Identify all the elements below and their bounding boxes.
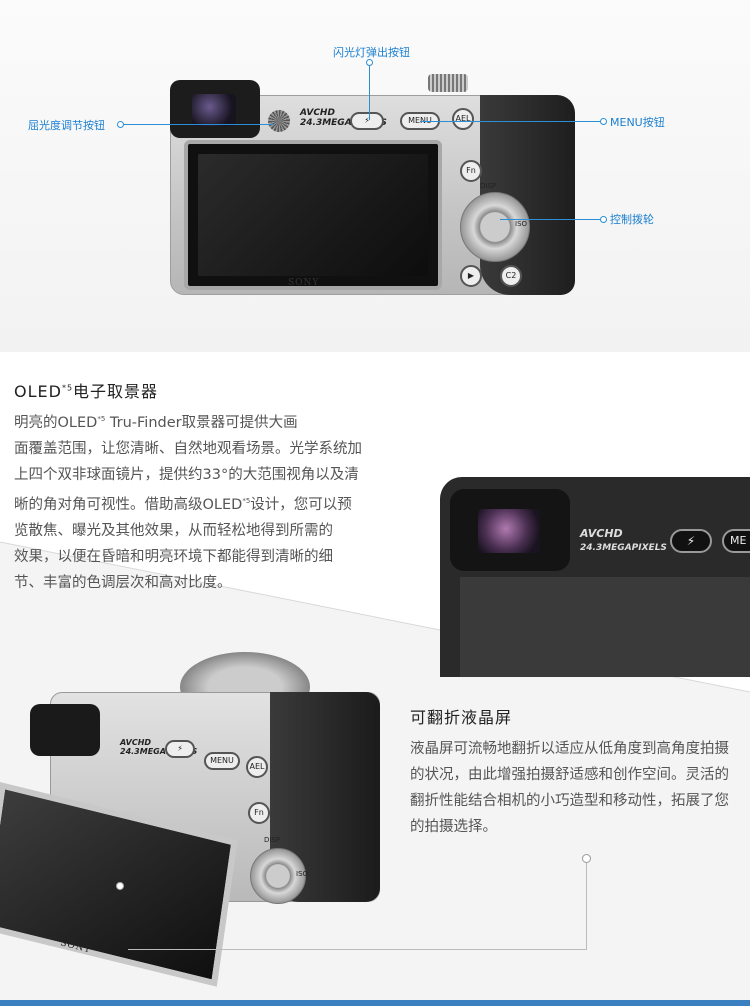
diopter-callout-label: 屈光度调节按钮	[28, 119, 105, 132]
fn-button: Fn	[460, 160, 482, 182]
callout-dot	[600, 118, 607, 125]
lcd-paragraph: 液晶屏可流畅地翻折以适应从低角度到高角度拍摄的状况，由此增强拍摄舒适感和创作空间…	[410, 741, 729, 835]
tilt-screen-camera-image: AVCHD 24.3MEGAPIXELS ⚡ MENU AEL Fn DISP …	[0, 652, 400, 987]
callout-line	[586, 863, 587, 949]
menu-callout-label: MENU按钮	[610, 116, 665, 129]
callout-dot	[582, 854, 591, 863]
flash-icon: ⚡	[350, 112, 384, 130]
iso-label: ISO	[515, 220, 528, 228]
camera-back-panel: AVCHD 24.3MEGAPIXELS ⚡ MENU AEL Fn DISP …	[0, 0, 750, 352]
menu-button-partial: ME	[722, 529, 750, 553]
mode-dial	[428, 74, 468, 92]
disp-label: DISP	[480, 182, 497, 190]
callout-dot	[366, 59, 373, 66]
callout-line	[500, 219, 602, 220]
callout-dot	[117, 121, 124, 128]
camera-back-image: AVCHD 24.3MEGAPIXELS ⚡ MENU AEL Fn DISP …	[160, 70, 590, 300]
lcd-screen	[184, 140, 442, 290]
viewfinder	[30, 704, 100, 756]
flash-icon: ⚡	[165, 740, 195, 758]
iso-label: ISO	[296, 870, 309, 878]
oled-title: OLED*5电子取景器	[14, 382, 159, 401]
playback-icon: ▶	[460, 265, 482, 287]
callout-line	[369, 66, 370, 120]
diopter-dial	[268, 110, 290, 132]
callout-dot	[116, 882, 124, 890]
oled-paragraph: 明亮的OLED*5 Tru-Finder取景器可提供大画 面覆盖范围，让您清晰、…	[14, 414, 362, 591]
viewfinder	[450, 489, 570, 571]
callout-dot	[600, 216, 607, 223]
flash-callout-label: 闪光灯弹出按钮	[333, 46, 410, 59]
callout-line	[124, 124, 274, 125]
ael-button: AEL	[246, 756, 268, 778]
viewfinder	[170, 80, 260, 138]
callout-line	[420, 121, 602, 122]
bottom-accent-bar	[0, 1000, 750, 1006]
menu-button: MENU	[204, 752, 240, 770]
c2-button: C2	[500, 265, 522, 287]
brand-logo: SONY	[288, 278, 320, 288]
control-wheel-callout-label: 控制拨轮	[610, 213, 654, 226]
viewfinder-closeup-image: AVCHD 24.3MEGAPIXELS ⚡ ME	[440, 477, 750, 677]
disp-label: DISP	[264, 836, 281, 844]
features-panel: OLED*5电子取景器 明亮的OLED*5 Tru-Finder取景器可提供大画…	[0, 352, 750, 1006]
lcd-hinge	[460, 577, 750, 677]
ael-button: AEL	[452, 108, 474, 130]
callout-line	[128, 949, 587, 950]
flash-icon: ⚡	[670, 529, 712, 553]
fn-button: Fn	[248, 802, 270, 824]
lcd-title: 可翻折液晶屏	[410, 708, 513, 727]
